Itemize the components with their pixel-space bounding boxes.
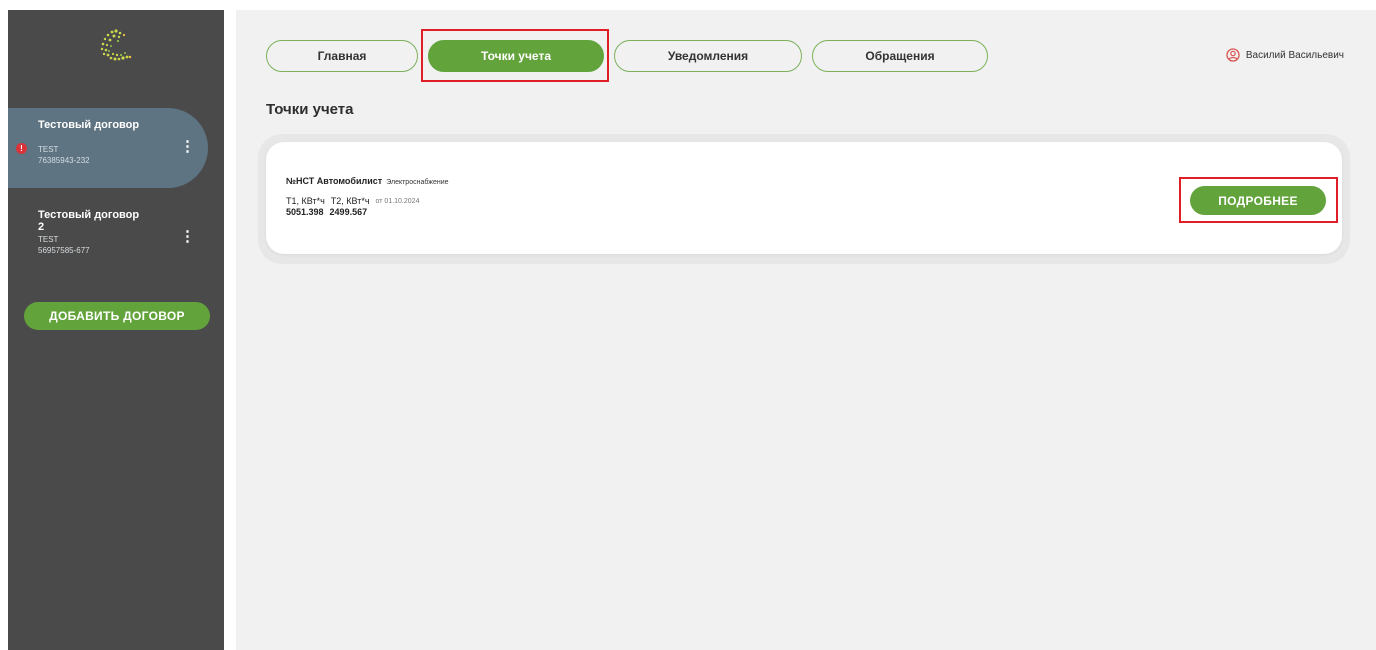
tab-metering-points[interactable]: Точки учета <box>428 40 604 72</box>
contract-item-1[interactable]: Тестовый договор TEST 76385943-232 ⋮ <box>8 108 208 188</box>
logo-icon <box>100 29 132 61</box>
t2-value: 2499.567 <box>329 207 368 217</box>
kebab-menu-icon[interactable]: ⋮ <box>180 229 195 245</box>
sidebar: Тестовый договор TEST 76385943-232 ⋮ ! Т… <box>8 10 224 650</box>
tab-requests[interactable]: Обращения <box>812 40 988 72</box>
main-content: Главная Точки учета Уведомления Обращени… <box>236 10 1376 650</box>
contract-number: 76385943-232 <box>38 156 90 165</box>
contract-code: TEST <box>38 145 59 154</box>
kebab-menu-icon[interactable]: ⋮ <box>180 139 195 155</box>
contract-code: TEST <box>38 235 59 244</box>
metering-point-card: №НСТ Автомобилист Электроснабжение Т1, КВ… <box>266 142 1342 254</box>
details-button[interactable]: ПОДРОБНЕЕ <box>1190 186 1326 215</box>
reading-date: от 01.10.2024 <box>375 198 420 205</box>
contract-name: Тестовый договор <box>38 119 140 131</box>
add-contract-button[interactable]: ДОБАВИТЬ ДОГОВОР <box>24 302 210 330</box>
readings: Т1, КВт*ч Т2, КВт*ч от 01.10.2024 5051.3… <box>286 196 419 218</box>
point-type: Электроснабжение <box>386 179 449 186</box>
tab-main[interactable]: Главная <box>266 40 418 72</box>
user-circle-icon <box>1226 48 1240 62</box>
point-title: №НСТ Автомобилист Электроснабжение <box>286 176 449 186</box>
contract-item-2[interactable]: Тестовый договор 2 TEST 56957585-677 ⋮ <box>8 198 208 278</box>
page-title: Точки учета <box>266 101 354 118</box>
tab-notifications[interactable]: Уведомления <box>614 40 802 72</box>
t2-label: Т2, КВт*ч <box>330 196 370 206</box>
alert-icon: ! <box>16 143 27 154</box>
t1-label: Т1, КВт*ч <box>286 196 325 206</box>
contract-name: Тестовый договор 2 <box>38 209 140 233</box>
contract-number: 56957585-677 <box>38 246 90 255</box>
user-menu[interactable]: Василий Васильевич <box>1226 48 1344 62</box>
t1-value: 5051.398 <box>286 207 324 217</box>
user-name: Василий Васильевич <box>1245 49 1344 61</box>
app-frame: Тестовый договор TEST 76385943-232 ⋮ ! Т… <box>0 0 1376 650</box>
point-name: №НСТ Автомобилист <box>286 176 383 186</box>
